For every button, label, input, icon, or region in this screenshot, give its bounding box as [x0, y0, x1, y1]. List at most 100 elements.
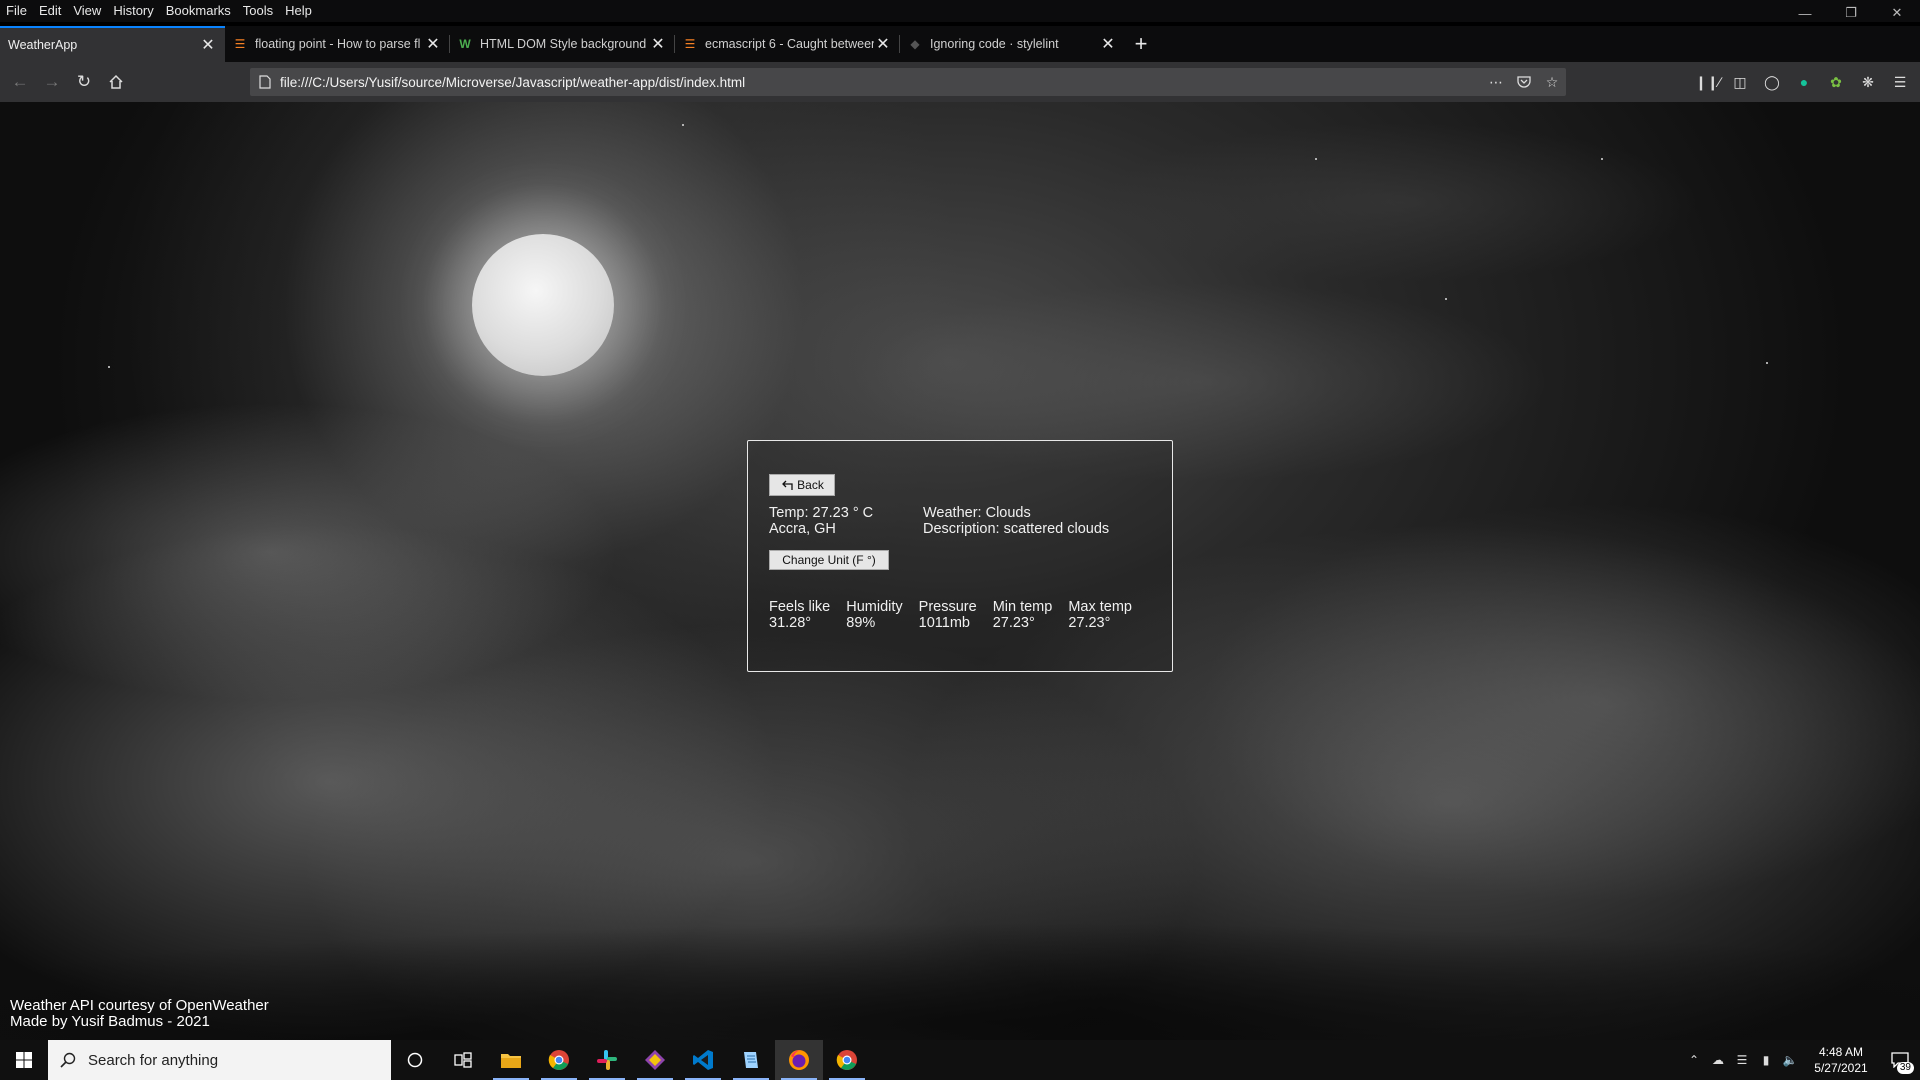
- close-tab-icon[interactable]: ✕: [649, 35, 667, 53]
- menu-tools[interactable]: Tools: [237, 0, 279, 22]
- change-unit-button[interactable]: Change Unit (F °): [769, 550, 889, 570]
- close-tab-icon[interactable]: ✕: [424, 35, 442, 53]
- taskbar-search[interactable]: Search for anything: [48, 1040, 391, 1080]
- tab-title: Ignoring code · stylelint: [930, 37, 1059, 51]
- stat-label: Feels like: [769, 599, 831, 615]
- cortana-icon[interactable]: [391, 1040, 439, 1080]
- chrome-icon-2[interactable]: [823, 1040, 871, 1080]
- back-return-icon: [782, 480, 793, 490]
- stat-value: 27.23°: [992, 615, 1035, 631]
- clock-date: 5/27/2021: [1814, 1061, 1868, 1075]
- weather-stats: Feels like 31.28° Humidity 89% Pressure …: [769, 599, 1148, 631]
- tab-bar: WeatherApp ✕ ☰ floating point - How to p…: [0, 26, 1920, 62]
- library-icon[interactable]: ❙❙∕: [1692, 66, 1724, 98]
- tab-floating-point[interactable]: ☰ floating point - How to parse fl ✕: [225, 26, 450, 62]
- home-icon[interactable]: [100, 66, 132, 98]
- description-text: Description: scattered clouds: [923, 521, 1110, 537]
- slack-icon[interactable]: [583, 1040, 631, 1080]
- page-actions-icon[interactable]: ⋯: [1482, 68, 1510, 96]
- windows-taskbar: Search for anything ⌃ ☁ ☰ ▮ 🔈 4:48 AM 5/…: [0, 1040, 1920, 1080]
- tab-stylelint[interactable]: ◆ Ignoring code · stylelint ✕: [900, 26, 1125, 62]
- tab-title: floating point - How to parse fl: [255, 37, 421, 51]
- navigation-bar: ← → ↻ file:///C:/Users/Yusif/source/Micr…: [0, 62, 1920, 102]
- close-tab-icon[interactable]: ✕: [199, 36, 217, 54]
- grammarly-icon[interactable]: ●: [1788, 66, 1820, 98]
- forward-arrow-icon[interactable]: →: [36, 66, 68, 98]
- extension-leaf-icon[interactable]: ✿: [1820, 66, 1852, 98]
- w3schools-icon: W: [459, 37, 471, 51]
- back-button[interactable]: Back: [769, 474, 835, 496]
- back-button-label: Back: [797, 478, 824, 492]
- condition-block: Weather: Clouds Description: scattered c…: [923, 505, 1109, 537]
- file-explorer-icon[interactable]: [487, 1040, 535, 1080]
- menu-view[interactable]: View: [67, 0, 107, 22]
- tab-ecmascript[interactable]: ☰ ecmascript 6 - Caught between ✕: [675, 26, 900, 62]
- firefox-icon[interactable]: [775, 1040, 823, 1080]
- stat-max-temp: Max temp 27.23°: [1068, 599, 1132, 631]
- close-tab-icon[interactable]: ✕: [874, 35, 892, 53]
- menu-file[interactable]: File: [0, 0, 33, 22]
- toolbar-extensions: ❙❙∕ ◫ ◯ ● ✿ ❋ ☰: [1692, 66, 1916, 98]
- bookmark-star-icon[interactable]: ☆: [1538, 68, 1566, 96]
- show-hidden-icons-icon[interactable]: ⌃: [1682, 1053, 1706, 1067]
- search-placeholder: Search for anything: [88, 1051, 219, 1069]
- start-button[interactable]: [0, 1040, 48, 1080]
- clock[interactable]: 4:48 AM 5/27/2021: [1802, 1044, 1880, 1076]
- task-view-icon[interactable]: [439, 1040, 487, 1080]
- chrome-icon[interactable]: [535, 1040, 583, 1080]
- stat-value: 31.28°: [769, 615, 812, 631]
- notepad-icon[interactable]: [727, 1040, 775, 1080]
- restore-icon[interactable]: ❐: [1828, 0, 1874, 26]
- account-icon[interactable]: ◯: [1756, 66, 1788, 98]
- menu-help[interactable]: Help: [279, 0, 318, 22]
- menu-bookmarks[interactable]: Bookmarks: [160, 0, 237, 22]
- close-window-icon[interactable]: ✕: [1874, 0, 1920, 26]
- stat-value: 27.23°: [1068, 615, 1111, 631]
- stylelint-icon: ◆: [910, 37, 920, 51]
- stackoverflow-icon: ☰: [234, 37, 246, 51]
- menu-edit[interactable]: Edit: [33, 0, 67, 22]
- notification-badge: 39: [1896, 1062, 1914, 1074]
- wifi-icon[interactable]: ☰: [1730, 1053, 1754, 1067]
- tab-title: ecmascript 6 - Caught between: [705, 37, 874, 51]
- stat-label: Min temp: [992, 599, 1053, 615]
- stat-value: 1011mb: [918, 615, 970, 631]
- git-kraken-icon[interactable]: [631, 1040, 679, 1080]
- windows-logo-icon: [16, 1052, 32, 1068]
- menu-history[interactable]: History: [107, 0, 159, 22]
- tab-html-dom-style[interactable]: W HTML DOM Style background P ✕: [450, 26, 675, 62]
- hamburger-menu-icon[interactable]: ☰: [1884, 66, 1916, 98]
- page-icon: [250, 68, 280, 96]
- tab-title: HTML DOM Style background P: [480, 37, 649, 51]
- stat-feels-like: Feels like 31.28°: [769, 599, 830, 631]
- page-footer: Weather API courtesy of OpenWeather Made…: [10, 998, 269, 1030]
- url-text[interactable]: file:///C:/Users/Yusif/source/Microverse…: [280, 75, 1482, 90]
- weather-page: Back Temp: 27.23 ° C Accra, GH Weather: …: [0, 102, 1920, 1040]
- tab-weatherapp[interactable]: WeatherApp ✕: [0, 26, 225, 62]
- stat-pressure: Pressure 1011mb: [919, 599, 977, 631]
- stat-label: Humidity: [846, 599, 903, 615]
- minimize-icon[interactable]: —: [1782, 0, 1828, 26]
- close-tab-icon[interactable]: ✕: [1099, 35, 1117, 53]
- notification-center-icon[interactable]: 39: [1880, 1040, 1920, 1080]
- volume-icon[interactable]: 🔈: [1778, 1053, 1802, 1067]
- weather-card: Back Temp: 27.23 ° C Accra, GH Weather: …: [747, 440, 1173, 672]
- onedrive-icon[interactable]: ☁: [1706, 1053, 1730, 1067]
- tab-title: WeatherApp: [8, 38, 78, 52]
- back-arrow-icon[interactable]: ←: [4, 66, 36, 98]
- weather-text: Weather: Clouds: [923, 505, 1031, 521]
- sidebar-icon[interactable]: ◫: [1724, 66, 1756, 98]
- extension-gear-icon[interactable]: ❋: [1852, 66, 1884, 98]
- vscode-icon[interactable]: [679, 1040, 727, 1080]
- stackoverflow-icon: ☰: [684, 37, 696, 51]
- reload-icon[interactable]: ↻: [68, 66, 100, 98]
- clock-time: 4:48 AM: [1818, 1045, 1864, 1059]
- temperature-text: Temp: 27.23 ° C: [769, 505, 874, 521]
- menu-bar: File Edit View History Bookmarks Tools H…: [0, 0, 1920, 22]
- stat-humidity: Humidity 89%: [846, 599, 902, 631]
- url-bar[interactable]: file:///C:/Users/Yusif/source/Microverse…: [250, 68, 1566, 96]
- pocket-icon[interactable]: [1510, 68, 1538, 96]
- battery-icon[interactable]: ▮: [1754, 1053, 1778, 1067]
- moon-image: [472, 234, 614, 376]
- new-tab-button[interactable]: +: [1125, 26, 1157, 62]
